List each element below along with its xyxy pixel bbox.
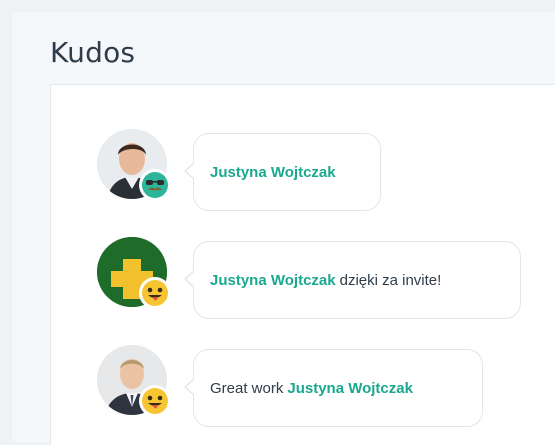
- user-link[interactable]: Justyna Wojtczak: [210, 272, 336, 289]
- mustache-glasses-emoji-icon: [142, 172, 168, 198]
- kudos-suffix: dzięki za invite!: [339, 271, 442, 289]
- kudos-bubble: Justyna Wojtczak: [184, 133, 381, 211]
- page-title: Kudos: [50, 36, 136, 69]
- kudos-prefix: Great work: [210, 379, 284, 397]
- kudos-item: Justyna Wojtczak dzięki za invite!: [97, 237, 555, 319]
- kudos-panel: Kudos Justyna Wojtczak Justyna Wojtczak …: [12, 12, 555, 445]
- badge: [139, 385, 171, 417]
- kudos-bubble: Great work Justyna Wojtczak: [184, 349, 483, 427]
- kudos-item: Justyna Wojtczak: [97, 129, 555, 211]
- kudos-bubble: Justyna Wojtczak dzięki za invite!: [184, 241, 521, 319]
- kudos-item: Great work Justyna Wojtczak: [97, 345, 555, 427]
- user-link[interactable]: Justyna Wojtczak: [287, 380, 413, 397]
- kudos-card: Justyna Wojtczak Justyna Wojtczak dzięki…: [50, 84, 555, 445]
- badge: [139, 277, 171, 309]
- badge: [139, 169, 171, 201]
- tongue-out-emoji-icon: [142, 280, 168, 306]
- user-link[interactable]: Justyna Wojtczak: [210, 164, 336, 181]
- tongue-out-emoji-icon: [142, 388, 168, 414]
